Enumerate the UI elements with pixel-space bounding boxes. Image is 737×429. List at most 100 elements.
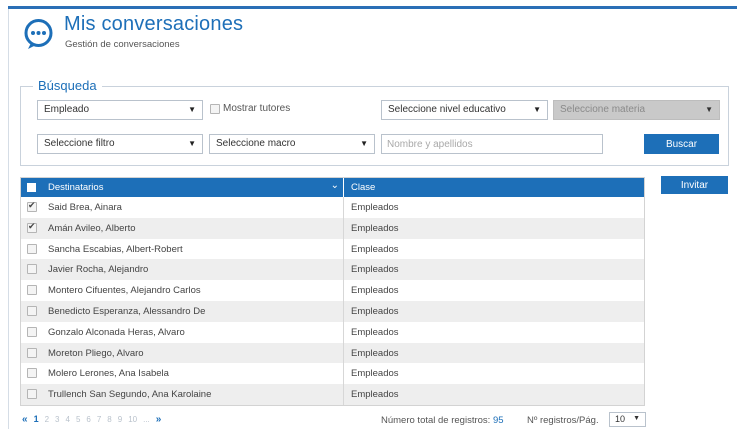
subject-select-value: Seleccione materia xyxy=(560,104,646,115)
row-checkbox[interactable] xyxy=(27,201,37,212)
recipient-class: Empleados xyxy=(351,326,399,338)
class-header-label: Clase xyxy=(351,182,376,193)
table-row[interactable]: Gonzalo Alconada Heras, Alvaro Empleados xyxy=(21,321,644,343)
recipient-name: Benedicto Esperanza, Alessandro De xyxy=(48,305,206,317)
select-all-checkbox[interactable] xyxy=(27,183,36,192)
row-checkbox[interactable] xyxy=(27,347,37,358)
recipient-name: Montero Cifuentes, Alejandro Carlos xyxy=(48,285,201,297)
recipient-cell: Amán Avileo, Alberto xyxy=(21,217,344,239)
subject-select[interactable]: Seleccione materia ▼ xyxy=(553,100,720,120)
recipients-table: Destinatarios ⌄ Clase Said Brea, Ainara E… xyxy=(20,177,645,406)
dropdown-arrow-icon: ▼ xyxy=(188,139,196,148)
recipient-cell: Javier Rocha, Alejandro xyxy=(21,259,344,281)
first-page-icon[interactable]: « xyxy=(22,414,28,425)
page-title: Mis conversaciones xyxy=(64,13,244,35)
search-button[interactable]: Buscar xyxy=(644,134,719,154)
row-checkbox[interactable] xyxy=(27,243,37,254)
table-row[interactable]: Moreton Pliego, Alvaro Empleados xyxy=(21,342,644,364)
table-row[interactable]: Trullench San Segundo, Ana Karolaine Empl… xyxy=(21,384,644,405)
page-link[interactable]: ... xyxy=(143,415,150,424)
dropdown-arrow-icon: ▼ xyxy=(360,139,368,148)
page-link[interactable]: 4 xyxy=(65,415,69,424)
recipient-class: Empleados xyxy=(351,285,399,297)
role-select-value: Empleado xyxy=(44,104,90,115)
recipient-class: Empleados xyxy=(351,305,399,317)
recipient-name: Moreton Pliego, Alvaro xyxy=(48,347,144,359)
page-subtitle: Gestión de conversaciones xyxy=(65,39,180,50)
recipient-class: Empleados xyxy=(351,264,399,276)
row-checkbox[interactable] xyxy=(27,305,37,316)
recipient-cell: Moreton Pliego, Alvaro xyxy=(21,342,344,364)
page-link[interactable]: 3 xyxy=(55,415,59,424)
total-records-label: Número total de registros: xyxy=(381,415,491,426)
table-row[interactable]: Javier Rocha, Alejandro Empleados xyxy=(21,259,644,281)
dropdown-arrow-icon: ▼ xyxy=(705,105,713,114)
page-link[interactable]: 6 xyxy=(86,415,90,424)
recipient-cell: Sancha Escabias, Albert-Robert xyxy=(21,238,344,260)
dropdown-arrow-icon: ▼ xyxy=(188,105,196,114)
table-row[interactable]: Sancha Escabias, Albert-Robert Empleados xyxy=(21,238,644,260)
table-row[interactable]: Amán Avileo, Alberto Empleados xyxy=(21,217,644,239)
row-checkbox[interactable] xyxy=(27,222,37,233)
chevron-down-icon[interactable]: ⌄ xyxy=(331,180,339,191)
row-checkbox[interactable] xyxy=(27,326,37,337)
name-search-input[interactable] xyxy=(381,134,603,154)
recipient-cell: Benedicto Esperanza, Alessandro De xyxy=(21,300,344,322)
next-page-icon[interactable]: » xyxy=(156,414,162,425)
recipient-cell: Gonzalo Alconada Heras, Alvaro xyxy=(21,321,344,343)
recipient-name: Trullench San Segundo, Ana Karolaine xyxy=(48,389,212,401)
recipient-name: Amán Avileo, Alberto xyxy=(48,222,136,234)
row-checkbox[interactable] xyxy=(27,264,37,275)
page-link[interactable]: 1 xyxy=(34,414,39,424)
page-link[interactable]: 10 xyxy=(128,415,137,424)
filter-select[interactable]: Seleccione filtro ▼ xyxy=(37,134,203,154)
row-checkbox[interactable] xyxy=(27,389,37,400)
row-checkbox[interactable] xyxy=(27,285,37,296)
recipient-name: Said Brea, Ainara xyxy=(48,202,122,213)
per-page-select[interactable]: 10 ▼ xyxy=(609,412,646,427)
recipient-name: Javier Rocha, Alejandro xyxy=(48,264,149,276)
recipient-cell: Trullench San Segundo, Ana Karolaine xyxy=(21,384,344,405)
table-row[interactable]: Said Brea, Ainara Empleados xyxy=(21,197,644,218)
total-records: Número total de registros: 95 xyxy=(381,415,504,426)
per-page-value: 10 xyxy=(615,414,626,424)
recipient-class: Empleados xyxy=(351,389,399,401)
recipient-name: Gonzalo Alconada Heras, Alvaro xyxy=(48,326,185,338)
filter-select-value: Seleccione filtro xyxy=(44,138,115,149)
top-accent-bar xyxy=(8,6,737,9)
page-link[interactable]: 2 xyxy=(45,415,49,424)
recipient-class: Empleados xyxy=(351,243,399,255)
recipient-cell: Montero Cifuentes, Alejandro Carlos xyxy=(21,280,344,301)
table-header: Destinatarios ⌄ Clase xyxy=(21,178,644,197)
recipient-class: Empleados xyxy=(351,202,399,213)
recipient-class: Empleados xyxy=(351,222,399,234)
page-link[interactable]: 9 xyxy=(118,415,122,424)
show-tutors-checkbox[interactable] xyxy=(210,104,220,114)
recipient-class: Empleados xyxy=(351,347,399,359)
table-row[interactable]: Montero Cifuentes, Alejandro Carlos Emple… xyxy=(21,280,644,301)
dropdown-arrow-icon: ▼ xyxy=(633,415,640,422)
education-level-select[interactable]: Seleccione nivel educativo ▼ xyxy=(381,100,548,120)
education-level-value: Seleccione nivel educativo xyxy=(388,104,506,115)
per-page-label: Nº registros/Pág. xyxy=(527,415,599,426)
page-link[interactable]: 8 xyxy=(107,415,111,424)
search-legend: Búsqueda xyxy=(33,78,102,93)
total-records-value: 95 xyxy=(492,415,504,426)
dropdown-arrow-icon: ▼ xyxy=(533,105,541,114)
recipient-cell: Molero Lerones, Ana Isabela xyxy=(21,363,344,385)
invite-button[interactable]: Invitar xyxy=(661,176,728,194)
macro-select[interactable]: Seleccione macro ▼ xyxy=(209,134,375,154)
search-panel xyxy=(20,86,729,166)
table-row[interactable]: Molero Lerones, Ana Isabela Empleados xyxy=(21,363,644,385)
chat-bubble-icon xyxy=(24,19,53,49)
page-link[interactable]: 7 xyxy=(97,415,101,424)
role-select[interactable]: Empleado ▼ xyxy=(37,100,203,120)
table-row[interactable]: Benedicto Esperanza, Alessandro De Emplea… xyxy=(21,300,644,322)
recipient-name: Molero Lerones, Ana Isabela xyxy=(48,368,169,380)
page-link[interactable]: 5 xyxy=(76,415,80,424)
recipients-column-header[interactable]: Destinatarios ⌄ xyxy=(21,178,344,197)
recipient-name: Sancha Escabias, Albert-Robert xyxy=(48,243,183,255)
recipient-class: Empleados xyxy=(351,368,399,380)
row-checkbox[interactable] xyxy=(27,368,37,379)
recipient-cell: Said Brea, Ainara xyxy=(21,197,344,218)
